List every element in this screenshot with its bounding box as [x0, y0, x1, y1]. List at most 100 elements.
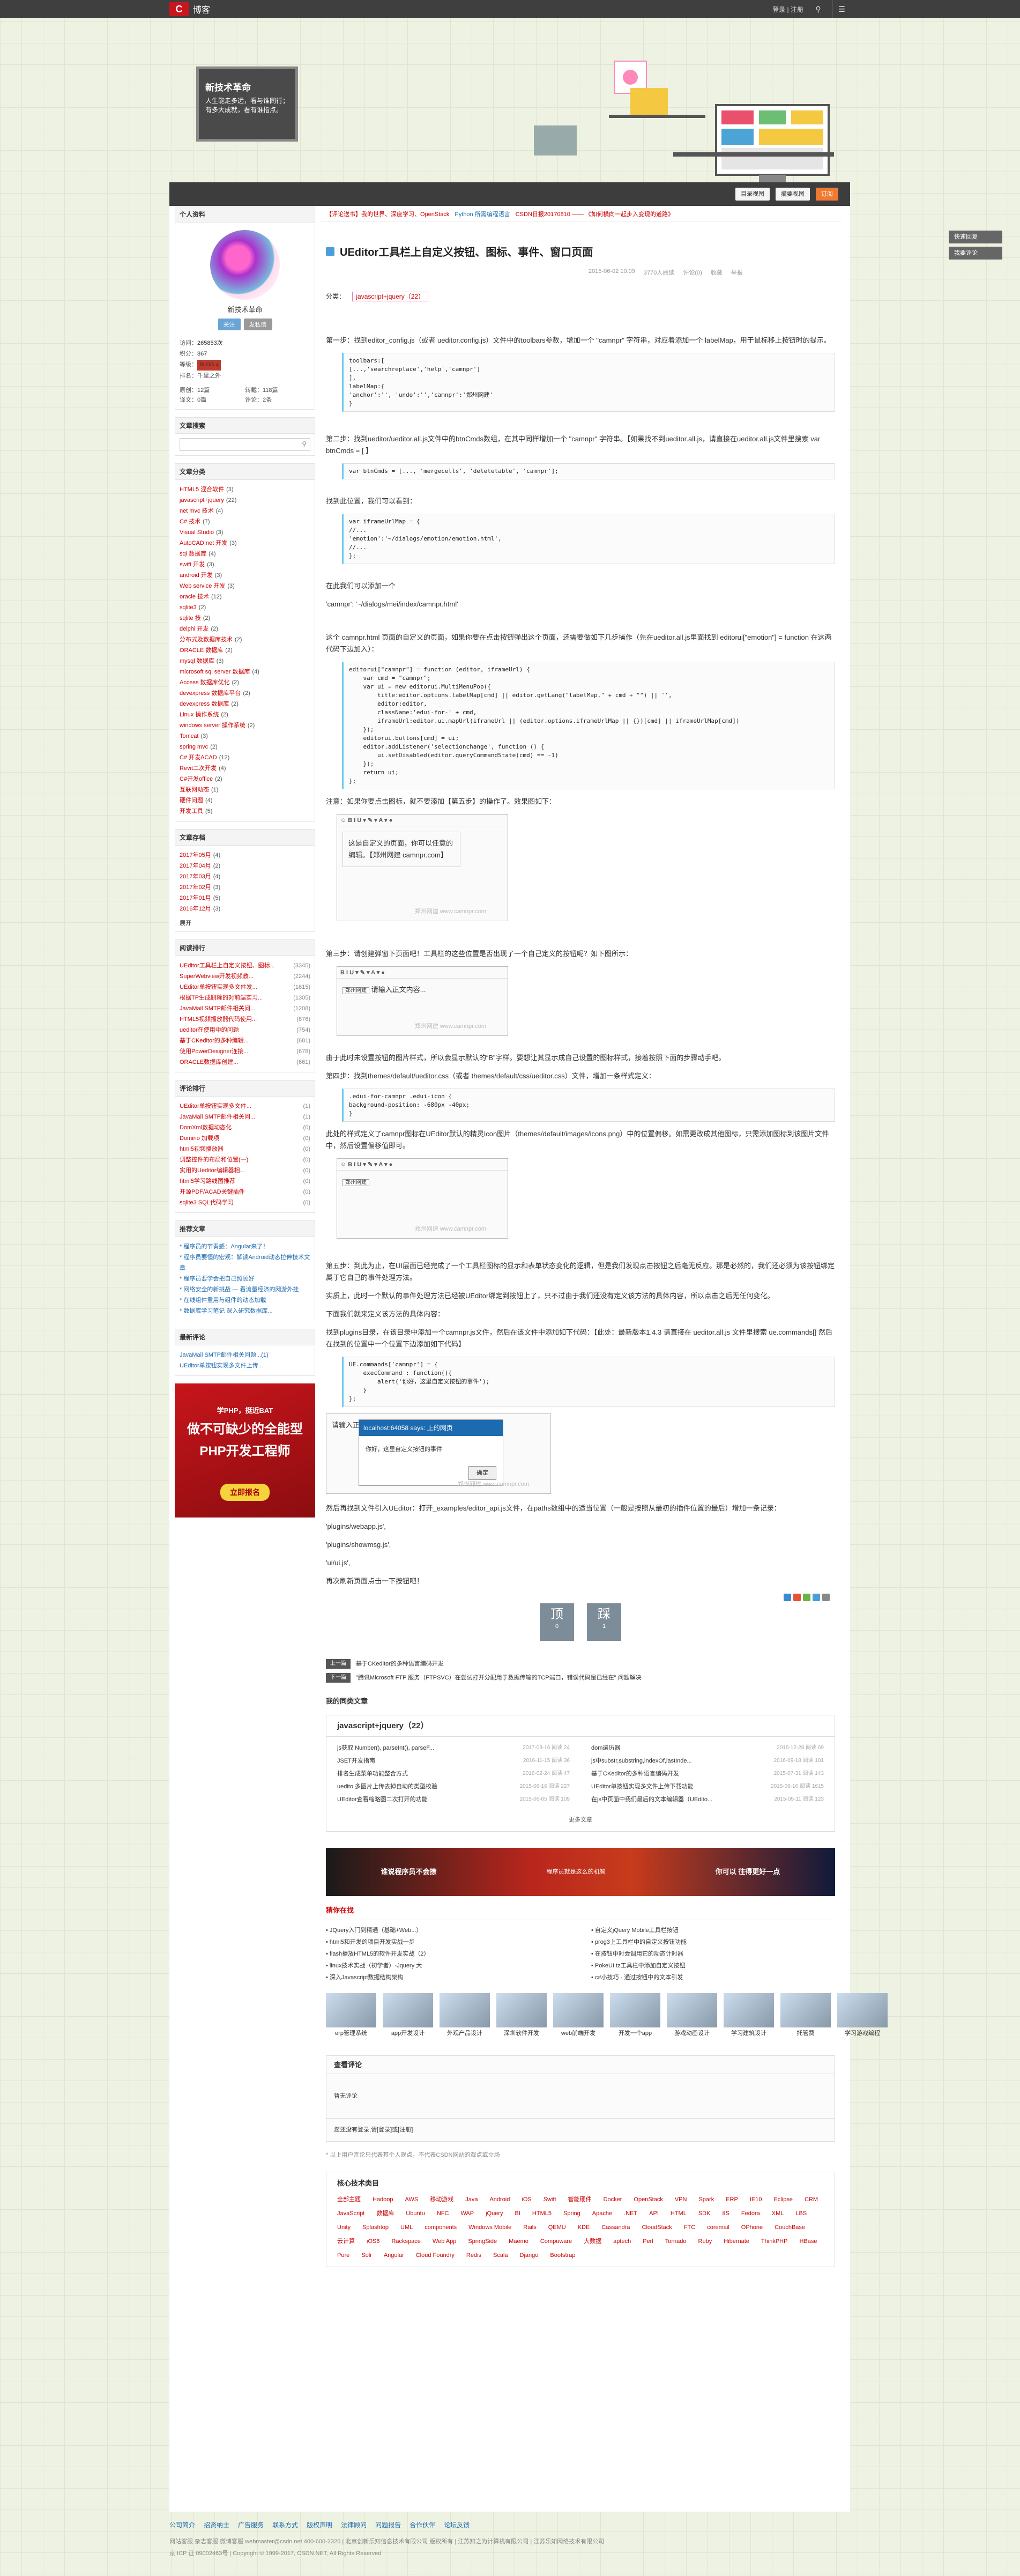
tag-link[interactable]: Compuware — [540, 2236, 572, 2247]
recommend-item[interactable]: * 网络安全的新挑战 — 看流量经济的网游外挂 — [180, 1284, 310, 1295]
tag-link[interactable]: HTML — [671, 2208, 687, 2219]
comments-rank-item[interactable]: JavaMail SMTP邮件相关问... (1) — [180, 1112, 310, 1122]
category-item[interactable]: spring mvc (2) — [180, 742, 310, 752]
tag-link[interactable]: jQuery — [486, 2208, 503, 2219]
tag-link[interactable]: Docker — [604, 2194, 622, 2205]
same-category-item[interactable]: 排名生成菜单功能整合方式 2016-02-24 阅读 47 — [337, 1768, 570, 1780]
share-qzone-icon[interactable] — [793, 1594, 801, 1601]
archive-item[interactable]: 2017年03月 (4) — [180, 871, 310, 882]
tag-link[interactable]: API — [649, 2208, 659, 2219]
archive-item[interactable]: 2017年05月 (4) — [180, 850, 310, 861]
footer-link[interactable]: 合作伙伴 — [410, 2520, 435, 2529]
category-item[interactable]: sql 数据库 (4) — [180, 549, 310, 559]
tag-link[interactable]: Solr — [361, 2249, 372, 2261]
notice-link[interactable]: CSDN日报20170810 —— 《如何横向一起步入变现的道路》 — [516, 210, 674, 218]
comments-rank-item[interactable]: 开源PDF/ACAD关键插件 (0) — [180, 1187, 310, 1197]
comments-rank-item[interactable]: html5视频播放器 (0) — [180, 1144, 310, 1154]
tag-link[interactable]: Pure — [337, 2249, 349, 2261]
tag-link[interactable]: KDE — [578, 2222, 590, 2233]
reads-item[interactable]: 使用PowerDesigner连接... (678) — [180, 1046, 310, 1057]
latest-comment-item[interactable]: UEditor单按钮实现多文件上传... — [180, 1360, 310, 1371]
tag-link[interactable]: 数据库 — [376, 2208, 394, 2219]
comments-rank-item[interactable]: sqlite3 SQL代码学习 (0) — [180, 1197, 310, 1208]
follow-button[interactable]: 关注 — [218, 319, 241, 330]
tag-link[interactable]: OPhone — [741, 2222, 763, 2233]
tag-link[interactable]: Web App — [433, 2236, 456, 2247]
tag-link[interactable]: iOS6 — [367, 2236, 379, 2247]
archive-item[interactable]: 2017年02月 (3) — [180, 882, 310, 893]
prev-link[interactable]: 基于CKeditor的多种语言编码开发 — [356, 1657, 444, 1671]
search-icon[interactable]: ⚲ — [809, 0, 827, 18]
share-weibo-icon[interactable] — [784, 1594, 791, 1601]
tag-link[interactable]: Redis — [466, 2249, 481, 2261]
related-item[interactable]: • JQuery入门到精通（基础+Web...） — [326, 1924, 570, 1936]
category-item[interactable]: microsoft sql server 数据库 (4) — [180, 667, 310, 677]
tag-link[interactable]: ERP — [726, 2194, 738, 2205]
tag-link[interactable]: Ubuntu — [406, 2208, 425, 2219]
tag-link[interactable]: Fedora — [741, 2208, 760, 2219]
course-thumb[interactable]: 托管费 — [780, 1993, 831, 2039]
category-item[interactable]: ORACLE 数据库 (2) — [180, 645, 310, 656]
quick-reply-button[interactable]: 快速回复 — [949, 231, 1002, 243]
tag-link[interactable]: XML — [772, 2208, 784, 2219]
tag-link[interactable]: SpringSide — [468, 2236, 497, 2247]
category-item[interactable]: Revit二次开发 (4) — [180, 763, 310, 774]
footer-link[interactable]: 联系方式 — [272, 2520, 298, 2529]
footer-link[interactable]: 广告服务 — [238, 2520, 264, 2529]
category-item[interactable]: swift 开发 (3) — [180, 559, 310, 570]
recommend-item[interactable]: * 在线组件重用与组件的动态加载 — [180, 1295, 310, 1306]
category-item[interactable]: javascript+jquery (22) — [180, 495, 310, 506]
related-item[interactable]: • html5和开发的项目开发实战一步 — [326, 1936, 570, 1948]
tag-link[interactable]: Spring — [563, 2208, 580, 2219]
related-item[interactable]: • PokeUI.tz工具栏中添加自定义按钮 — [591, 1960, 835, 1972]
course-thumb[interactable]: 学习游戏编程 — [837, 1993, 888, 2039]
blog-title[interactable]: 新技术革命 — [205, 80, 289, 93]
recommend-item[interactable]: * 程序员要懂的宏观：解读Android动态拉伸技术文章 — [180, 1252, 310, 1274]
tag-link[interactable]: .NET — [624, 2208, 637, 2219]
course-thumb[interactable]: 开发一个app — [610, 1993, 660, 2039]
category-item[interactable]: Linux 操作系统 (2) — [180, 709, 310, 720]
search-icon[interactable]: ⚲ — [302, 440, 307, 448]
tag-link[interactable]: Hibernate — [724, 2236, 749, 2247]
subscribe-button[interactable]: 订阅 — [816, 188, 838, 201]
reads-item[interactable]: ueditor在使用中的问题 (754) — [180, 1025, 310, 1035]
category-item[interactable]: oracle 技术 (12) — [180, 591, 310, 602]
tag-link[interactable]: aptech — [613, 2236, 631, 2247]
catalog-view-button[interactable]: 目录视图 — [735, 188, 770, 201]
next-link[interactable]: "腾讯Microsoft FTP 服务（FTPSVC）在尝试打开分配用于数据传输… — [356, 1671, 642, 1685]
tag-link[interactable]: Eclipse — [773, 2194, 792, 2205]
reads-item[interactable]: JavaMail SMTP邮件相关问... (1208) — [180, 1003, 310, 1014]
related-item[interactable]: • 自定义jQuery Mobile工具栏按钮 — [591, 1924, 835, 1936]
tag-link[interactable]: CRM — [805, 2194, 818, 2205]
category-item[interactable]: devexpress 数据库 (2) — [180, 699, 310, 709]
share-more-icon[interactable] — [822, 1594, 830, 1601]
course-thumb[interactable]: app开发设计 — [383, 1993, 433, 2039]
course-thumb[interactable]: 外观产品设计 — [440, 1993, 490, 2039]
course-thumb[interactable]: 学习建筑设计 — [724, 1993, 774, 2039]
notice-link[interactable]: Python 所需编程语言 — [455, 210, 510, 218]
same-category-item[interactable]: dom遍历器 2016-12-28 阅读 69 — [591, 1742, 824, 1754]
tag-link[interactable]: 大数据 — [584, 2236, 601, 2247]
tag-link[interactable]: 智能硬件 — [568, 2194, 592, 2205]
related-item[interactable]: • prog3上工具栏中的自定义按钮功能 — [591, 1936, 835, 1948]
tag-link[interactable]: Unity — [337, 2222, 351, 2233]
tag-link[interactable]: CouchBase — [775, 2222, 805, 2233]
downvote-button[interactable]: 踩1 — [587, 1603, 621, 1641]
same-category-item[interactable]: JSET开发指南 2016-11-15 阅读 36 — [337, 1755, 570, 1767]
tag-link[interactable]: ThinkPHP — [761, 2236, 788, 2247]
tag-link[interactable]: Windows Mobile — [468, 2222, 511, 2233]
category-item[interactable]: C# 技术 (7) — [180, 516, 310, 527]
category-item[interactable]: android 开发 (3) — [180, 570, 310, 581]
tag-link[interactable]: Bootstrap — [550, 2249, 575, 2261]
comment-button[interactable]: 我要评论 — [949, 247, 1002, 260]
avatar[interactable] — [210, 230, 280, 300]
footer-link[interactable]: 版权声明 — [307, 2520, 332, 2529]
reads-item[interactable]: 基于CKeditor的多种编辑... (681) — [180, 1035, 310, 1046]
tag-link[interactable]: NFC — [437, 2208, 449, 2219]
category-item[interactable]: AutoCAD.net 开发 (3) — [180, 538, 310, 549]
category-item[interactable]: Tomcat (3) — [180, 731, 310, 742]
category-item[interactable]: sqlite 技 (2) — [180, 613, 310, 624]
footer-link[interactable]: 论坛反馈 — [444, 2520, 470, 2529]
same-category-item[interactable]: UEditor单按钮实现多文件上传下载功能 2015-06-16 阅读 1615 — [591, 1781, 824, 1793]
tag-link[interactable]: Maemo — [509, 2236, 528, 2247]
